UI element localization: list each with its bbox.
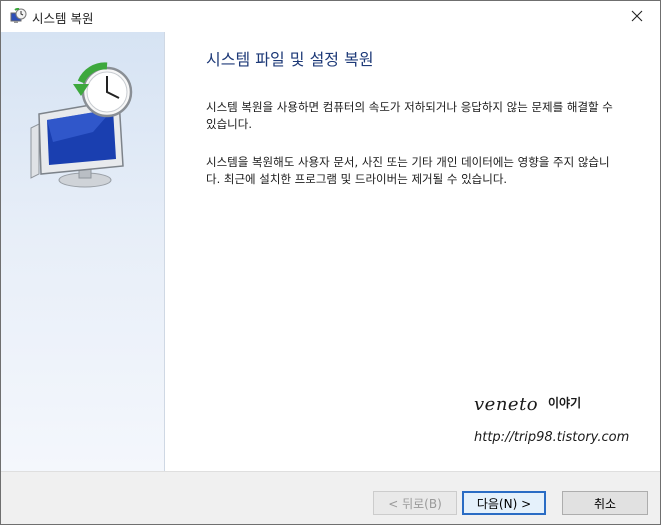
side-panel bbox=[1, 32, 165, 471]
page-title: 시스템 파일 및 설정 복원 bbox=[206, 50, 374, 69]
watermark-url: http://trip98.tistory.com bbox=[474, 430, 630, 445]
button-bar: < 뒤로(B) 다음(N) > 취소 bbox=[1, 471, 660, 524]
title-bar: 시스템 복원 bbox=[1, 1, 660, 32]
system-restore-monitor-clock-icon bbox=[23, 62, 141, 192]
close-icon bbox=[631, 7, 643, 26]
cancel-button[interactable]: 취소 bbox=[562, 491, 648, 515]
close-button[interactable] bbox=[614, 1, 660, 32]
system-restore-icon bbox=[9, 7, 27, 26]
description-paragraph-1: 시스템 복원을 사용하면 컴퓨터의 속도가 저하되거나 응답하지 않는 문제를 … bbox=[206, 100, 613, 131]
system-restore-window: 시스템 복원 시스템 파일 및 설정 복원 시스템 복원을 사용하면 컴퓨터의 … bbox=[0, 0, 661, 525]
window-title: 시스템 복원 bbox=[32, 11, 94, 26]
main-content: 시스템 파일 및 설정 복원 시스템 복원을 사용하면 컴퓨터의 속도가 저하되… bbox=[166, 32, 660, 471]
watermark-brand: veneto bbox=[474, 394, 539, 415]
description-paragraph-2: 시스템을 복원해도 사용자 문서, 사진 또는 기타 개인 데이터에는 영향을 … bbox=[206, 155, 610, 186]
back-button[interactable]: < 뒤로(B) bbox=[373, 491, 457, 515]
watermark-brand-sub: 이야기 bbox=[548, 396, 582, 410]
next-button[interactable]: 다음(N) > bbox=[462, 491, 546, 515]
